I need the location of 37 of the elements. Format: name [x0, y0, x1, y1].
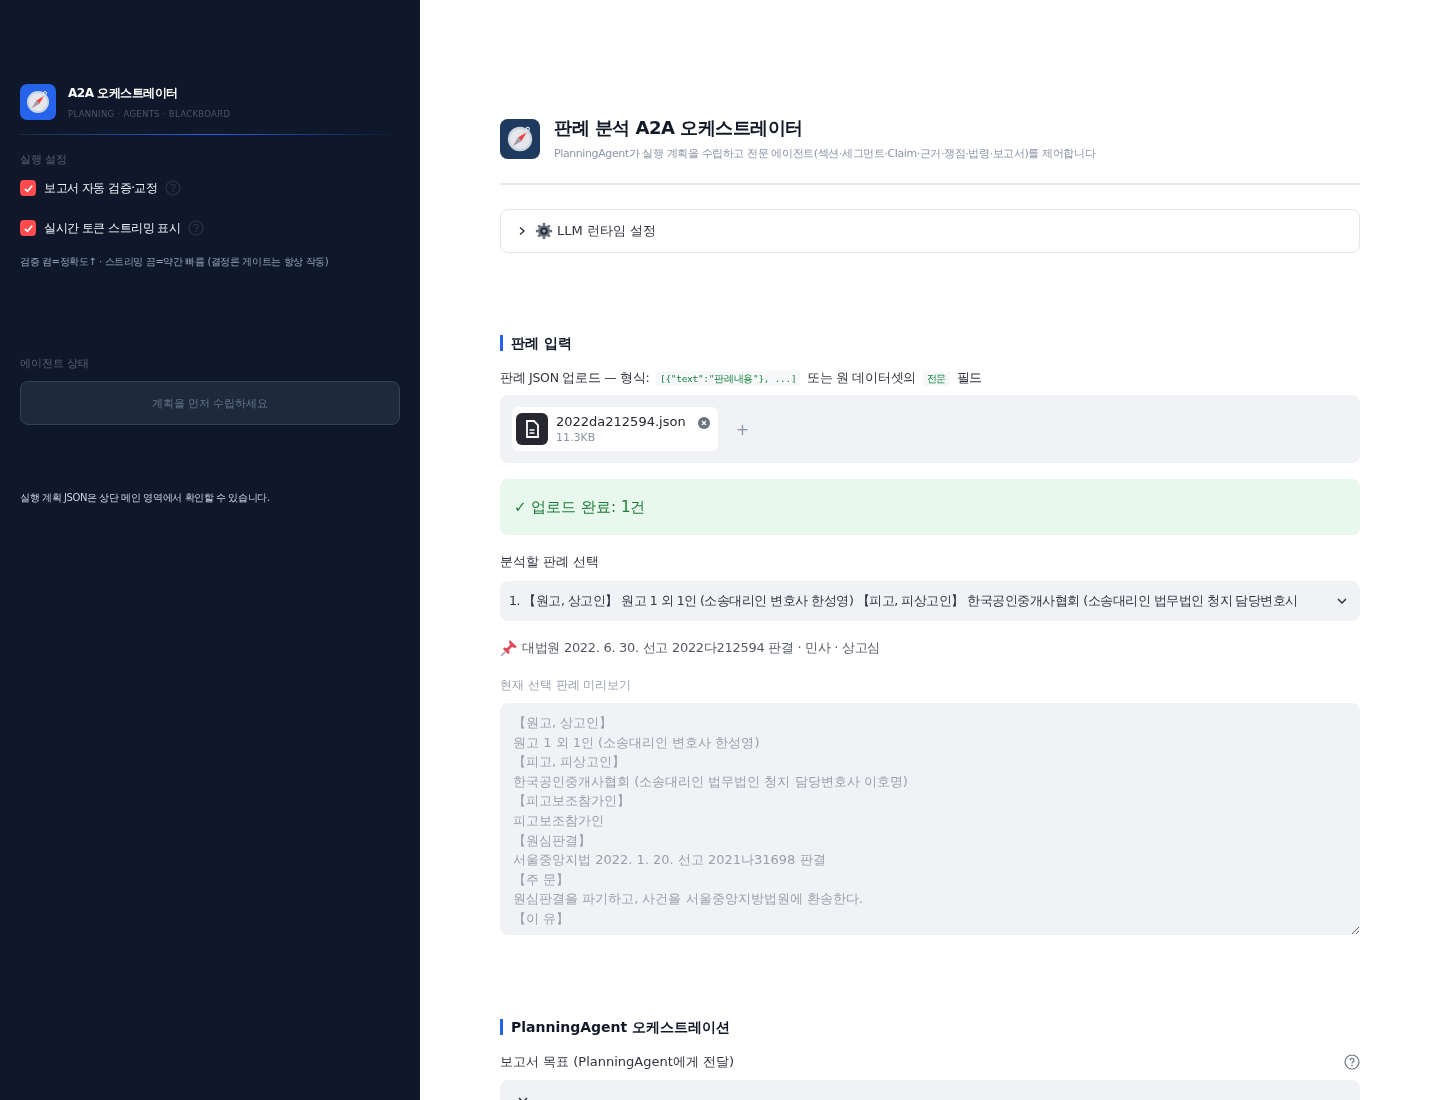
- section-heading: 판례 입력: [500, 335, 1360, 351]
- section-label: 에이전트 상태: [20, 357, 91, 371]
- field-label: 보고서 목표 (PlanningAgent에게 전달): [500, 1053, 735, 1071]
- case-info: 대법원 2022. 6. 30. 선고 2022다212594 판결 · 민사 · 상고심: [522, 639, 881, 657]
- expander-header[interactable]: LLM 런타임 설정: [500, 209, 1360, 253]
- checkbox[interactable]: [20, 220, 36, 236]
- field-label: 분석할 판례 선택: [500, 553, 601, 571]
- case-select[interactable]: 1. 【원고, 상고인】 원고 1 외 1인 (소송대리인 변호사 한성영) 【피고, 피상고인】 한국공인중개사협회 (소송대리인 법무법인 청지 담당변호시: [500, 581, 1360, 621]
- section-label: 실행 설정: [20, 153, 69, 167]
- check-icon: [22, 222, 34, 234]
- success-alert: ✓ 업로드 완료: 1건: [500, 479, 1360, 535]
- status-placeholder-box: 계획을 먼저 수립하세요: [20, 381, 400, 425]
- help-icon[interactable]: [1344, 1054, 1360, 1070]
- field-label: 현재 선택 판례 미리보기: [500, 677, 633, 694]
- file-name: 2022da212594.json: [556, 414, 686, 429]
- file-dropzone[interactable]: 2022da212594.json 11.3KB +: [500, 395, 1360, 463]
- chevron-icon: [517, 226, 527, 236]
- document-icon: [516, 413, 548, 445]
- chevron-down-icon: [1336, 595, 1348, 607]
- check-icon: [22, 182, 34, 194]
- page-title: 판례 분석 A2A 오케스트레이터: [554, 116, 804, 140]
- compass-logo-icon: [500, 118, 540, 159]
- page-subtitle: PlanningAgent가 실행 계획을 수립하고 전문 에이전트(섹션·세그먼트·Claim·근거·쟁점·법령·보고서)를 제어합니다: [554, 146, 1096, 161]
- file-size: 11.3KB: [556, 431, 597, 444]
- compass-logo-icon: [20, 84, 56, 120]
- app-subtitle: PLANNING · AGENTS · BLACKBOARD: [68, 109, 231, 119]
- upload-label: 판례 JSON 업로드 — 형식: [{"text":"판례내용"}, ...] 또는 원 데이터셋의 전문 필드: [500, 370, 984, 387]
- section-heading: PlanningAgent 오케스트레이션: [500, 1019, 1360, 1035]
- settings-note: 검증 켬=정확도↑ · 스트리밍 끔=약간 빠름 (결정론 게이트는 항상 작동): [20, 255, 330, 269]
- gear-icon: [535, 222, 553, 240]
- app-title: A2A 오케스트레이터: [68, 85, 179, 102]
- checkbox[interactable]: [20, 180, 36, 196]
- pushpin-icon: [500, 639, 518, 657]
- checkbox-label[interactable]: 실시간 토큰 스트리밍 표시: [44, 219, 181, 237]
- footer-note: 실행 계획 JSON은 상단 메인 영역에서 확인할 수 있습니다.: [20, 491, 271, 505]
- remove-icon[interactable]: [697, 417, 710, 429]
- checkbox-label[interactable]: 보고서 자동 검증·교정: [44, 179, 158, 197]
